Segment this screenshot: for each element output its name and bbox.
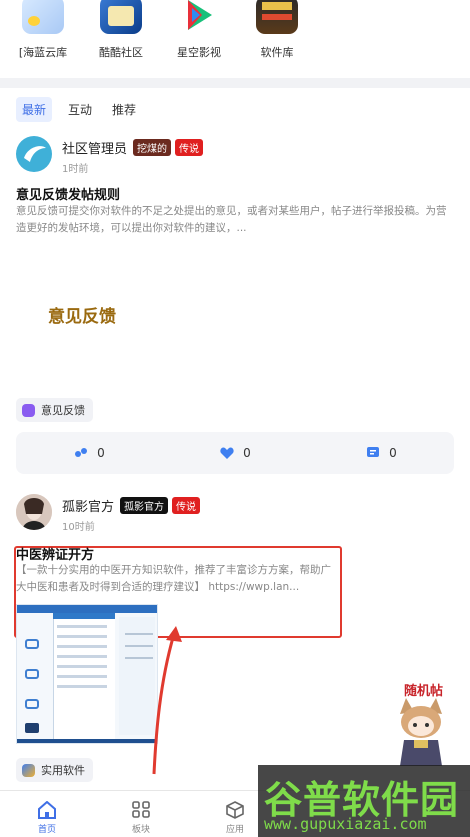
post-title[interactable]: 中医辨证开方 [16, 544, 94, 563]
tab-latest[interactable]: 最新 [16, 97, 53, 122]
app-label: 酷酷社区 [99, 46, 143, 59]
post-title[interactable]: 意见反馈发帖规则 [16, 184, 120, 203]
level-badge: 传说 [172, 497, 201, 514]
steps-action[interactable]: 0 [16, 445, 162, 461]
app-cool-community-icon [100, 0, 142, 34]
cat-girl-icon [400, 698, 442, 766]
app-strip: [海蓝云库 酷酷社区 星空影视 软件库 [0, 0, 470, 78]
topic-icon [22, 403, 35, 417]
steps-count: 0 [97, 446, 105, 460]
heart-icon [220, 447, 234, 459]
topic-tag-label: 实用软件 [41, 764, 85, 777]
author-name[interactable]: 孤影官方 [62, 496, 114, 515]
site-watermark: 谷普软件园 www.gupuxiazai.com [258, 765, 470, 837]
avatar[interactable] [16, 136, 52, 172]
author-name[interactable]: 社区管理员 [62, 138, 127, 157]
app-item-cool-community[interactable]: 酷酷社区 [92, 0, 150, 78]
post-image-text: 意见反馈 [48, 307, 116, 327]
topic-tag[interactable]: 实用软件 [16, 758, 93, 782]
app-item-star-video[interactable]: 星空影视 [170, 0, 228, 78]
comment-icon [367, 447, 380, 457]
nav-sections[interactable]: 板块 [94, 791, 188, 837]
avatar[interactable] [16, 494, 52, 530]
feed-tabs: 最新 互动 推荐 [16, 97, 152, 122]
nav-label: 应用 [225, 825, 244, 835]
author-row: 孤影官方 孤影官方 传说 [62, 496, 204, 515]
like-count: 0 [243, 446, 251, 460]
cube-icon [226, 801, 244, 819]
post-time: 1时前 [62, 164, 89, 175]
app-label: 星空影视 [177, 46, 221, 59]
topic-tag[interactable]: 意见反馈 [16, 398, 93, 422]
post-actions: 0 0 0 [16, 432, 454, 474]
app-item-blue-cloud[interactable]: [海蓝云库 [14, 0, 72, 78]
topic-tag-label: 意见反馈 [41, 404, 85, 417]
random-post-sticker[interactable]: 随机帖 [386, 674, 456, 766]
section-divider [0, 78, 470, 88]
post-card[interactable]: 孤影官方 孤影官方 传说 10时前 中医辨证开方 【一款十分实用的中医开方知识软… [14, 494, 456, 784]
footprint-icon [75, 448, 88, 457]
nav-label: 板块 [131, 825, 150, 835]
nav-home[interactable]: 首页 [0, 791, 94, 837]
post-body: 【一款十分实用的中医开方知识软件，推荐了丰富诊方方案，帮助广大中医和患者及时得到… [16, 564, 331, 593]
watermark-url: www.gupuxiazai.com [264, 815, 427, 833]
user-badge: 孤影官方 [120, 497, 169, 514]
post-body: 意见反馈可提交你对软件的不足之处提出的意见，或者对某些用户，帖子进行举报投稿。为… [16, 205, 447, 234]
app-software-library-icon [256, 0, 298, 34]
comment-count: 0 [389, 446, 397, 460]
post-card[interactable]: 社区管理员 挖煤的 传说 1时前 意见反馈发帖规则 意见反馈可提交你对软件的不足… [16, 136, 454, 426]
comment-action[interactable]: 0 [308, 445, 454, 461]
app-label: [海蓝云库 [18, 46, 68, 59]
tab-interaction[interactable]: 互动 [64, 97, 96, 122]
app-label: 软件库 [260, 46, 294, 59]
app-star-video-icon [178, 0, 220, 34]
grid-icon [132, 801, 150, 818]
post-image[interactable]: 意见反馈 [48, 302, 122, 327]
post-time: 10时前 [62, 522, 95, 533]
home-icon [38, 801, 56, 819]
level-badge: 传说 [175, 139, 204, 156]
like-action[interactable]: 0 [162, 445, 308, 461]
tab-recommend[interactable]: 推荐 [108, 97, 140, 122]
app-blue-cloud-icon [22, 0, 64, 34]
app-item-software-library[interactable]: 软件库 [248, 0, 306, 78]
author-row: 社区管理员 挖煤的 传说 [62, 138, 207, 157]
annotation-arrow [152, 626, 182, 775]
topic-icon [22, 763, 35, 777]
user-badge: 挖煤的 [133, 139, 172, 156]
nav-label: 首页 [37, 825, 56, 835]
